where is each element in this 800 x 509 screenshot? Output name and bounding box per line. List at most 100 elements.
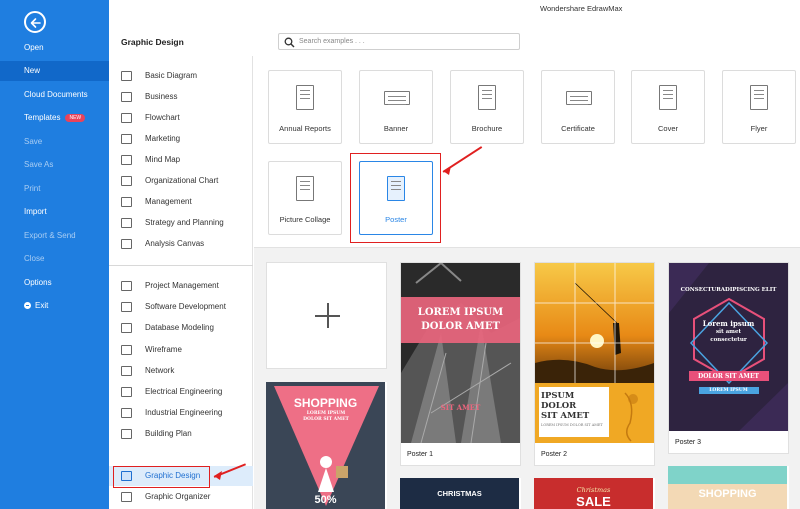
- database-modeling-icon: [121, 323, 132, 333]
- type-label: Picture Collage: [279, 215, 331, 224]
- category-building-plan[interactable]: Building Plan: [109, 424, 253, 444]
- category-label: Basic Diagram: [145, 71, 198, 80]
- menu-item-label: New: [24, 66, 41, 75]
- menu-item-templates[interactable]: Templates NEW: [0, 108, 109, 128]
- menu-item-save-as[interactable]: Save As: [0, 155, 109, 175]
- menu-item-exit[interactable]: Exit: [0, 296, 109, 316]
- wireframe-icon: [121, 345, 132, 355]
- template-card-shopping-2[interactable]: SHOPPING: [668, 466, 789, 509]
- type-card-certificate[interactable]: Certificate: [541, 70, 615, 144]
- new-badge: NEW: [65, 114, 86, 122]
- marketing-icon: [121, 134, 132, 144]
- menu-item-label: Options: [24, 278, 52, 287]
- christmas-sale-thumbnail: Christmas SALE: [534, 478, 653, 509]
- category-flowchart[interactable]: Flowchart: [109, 108, 253, 128]
- picture-collage-icon: [296, 176, 314, 201]
- management-icon: [121, 197, 132, 207]
- brochure-icon: [478, 85, 496, 110]
- industrial-engineering-icon: [121, 408, 132, 418]
- shopping-subtext: LOREM IPSUM DOLOR SIT AMET: [303, 411, 349, 422]
- network-icon: [121, 366, 132, 376]
- poster-3-thumbnail: CONSECTURADIPISCING ELIT Lorem ipsum sit…: [669, 263, 788, 431]
- type-card-annual-reports[interactable]: Annual Reports: [268, 70, 342, 144]
- shopping-2-thumbnail: SHOPPING: [668, 466, 787, 509]
- category-industrial-engineering[interactable]: Industrial Engineering: [109, 403, 253, 423]
- menu-item-new[interactable]: New: [0, 61, 109, 81]
- template-card-shopping[interactable]: SHOPPING LOREM IPSUM DOLOR SIT AMET 50%: [266, 382, 387, 509]
- template-name: Poster 3: [675, 439, 702, 446]
- graphic-organizer-icon: [121, 492, 132, 502]
- shopping-heading: SHOPPING: [293, 396, 358, 410]
- menu-item-label: Save As: [24, 160, 54, 169]
- backstage-panel: Open New Cloud Documents Templates NEW Save Sa…: [0, 0, 109, 509]
- menu-item-print[interactable]: Print: [0, 179, 109, 199]
- highlight-box-poster: [350, 153, 441, 243]
- back-button[interactable]: [24, 11, 46, 33]
- new-blank-template[interactable]: [266, 262, 387, 369]
- exit-icon: [24, 302, 31, 309]
- strategy-and-planning-icon: [121, 218, 132, 228]
- search-placeholder: Search examples . . .: [299, 38, 365, 45]
- type-card-picture-collage[interactable]: Picture Collage: [268, 161, 342, 235]
- menu-item-cloud-documents[interactable]: Cloud Documents: [0, 85, 109, 105]
- menu-item-close[interactable]: Close: [0, 249, 109, 269]
- type-label: Brochure: [471, 124, 503, 133]
- category-organizational-chart[interactable]: Organizational Chart: [109, 171, 253, 191]
- type-card-brochure[interactable]: Brochure: [450, 70, 524, 144]
- banner-icon: [384, 91, 410, 105]
- menu-item-open[interactable]: Open: [0, 38, 109, 58]
- search-input[interactable]: Search examples . . .: [278, 33, 520, 50]
- category-management[interactable]: Management: [109, 192, 253, 212]
- menu-item-options[interactable]: Options: [0, 273, 109, 293]
- poster-2-heading-1: IPSUM DOLOR: [541, 391, 577, 411]
- content-area: Annual Reports Banner Brochure Certificate C…: [254, 56, 800, 509]
- flyer-icon: [750, 85, 768, 110]
- annual-reports-icon: [296, 85, 314, 110]
- template-card-christmas-sale[interactable]: Christmas SALE: [534, 478, 655, 509]
- business-icon: [121, 92, 132, 102]
- menu-item-label: Exit: [35, 301, 49, 310]
- category-label: Electrical Engineering: [145, 387, 223, 396]
- category-software-development[interactable]: Software Development: [109, 297, 253, 317]
- menu-item-import[interactable]: Import: [0, 202, 109, 222]
- type-card-cover[interactable]: Cover: [631, 70, 705, 144]
- software-development-icon: [121, 302, 132, 312]
- type-label: Certificate: [561, 124, 595, 133]
- type-label: Annual Reports: [279, 124, 331, 133]
- template-name: Poster 2: [541, 451, 568, 458]
- category-label: Organizational Chart: [145, 176, 219, 185]
- category-basic-diagram[interactable]: Basic Diagram: [109, 66, 253, 86]
- category-divider: [109, 265, 253, 266]
- category-project-management[interactable]: Project Management: [109, 276, 253, 296]
- arrowhead-icon: [214, 471, 222, 480]
- arrowhead-icon: [443, 166, 451, 175]
- category-electrical-engineering[interactable]: Electrical Engineering: [109, 382, 253, 402]
- analysis-canvas-icon: [121, 239, 132, 249]
- menu-item-label: Print: [24, 184, 41, 193]
- category-label: Graphic Organizer: [145, 492, 211, 501]
- mind-map-icon: [121, 155, 132, 165]
- template-card-poster-2[interactable]: IPSUM DOLOR SIT AMET LOREM IPSUM DOLOR S…: [534, 262, 655, 466]
- category-network[interactable]: Network: [109, 361, 253, 381]
- template-card-christmas[interactable]: CHRISTMAS: [400, 478, 521, 509]
- type-card-flyer[interactable]: Flyer: [722, 70, 796, 144]
- category-label: Management: [145, 197, 192, 206]
- category-wireframe[interactable]: Wireframe: [109, 340, 253, 360]
- template-card-poster-1[interactable]: LOREM IPSUM DOLOR AMET SIT AMET Poster 1: [400, 262, 521, 466]
- type-label: Banner: [383, 124, 409, 133]
- template-name: Poster 1: [407, 451, 434, 458]
- type-card-banner[interactable]: Banner: [359, 70, 433, 144]
- category-database-modeling[interactable]: Database Modeling: [109, 318, 253, 338]
- template-card-poster-3[interactable]: CONSECTURADIPISCING ELIT Lorem ipsum sit…: [668, 262, 789, 454]
- menu-item-export-send[interactable]: Export & Send: [0, 226, 109, 246]
- category-label: Marketing: [145, 134, 181, 143]
- category-graphic-organizer[interactable]: Graphic Organizer: [109, 487, 253, 507]
- menu-item-label: Cloud Documents: [24, 90, 88, 99]
- category-marketing[interactable]: Marketing: [109, 129, 253, 149]
- category-strategy-and-planning[interactable]: Strategy and Planning: [109, 213, 253, 233]
- category-label: Project Management: [145, 281, 219, 290]
- category-mind-map[interactable]: Mind Map: [109, 150, 253, 170]
- category-analysis-canvas[interactable]: Analysis Canvas: [109, 234, 253, 254]
- category-business[interactable]: Business: [109, 87, 253, 107]
- menu-item-save[interactable]: Save: [0, 132, 109, 152]
